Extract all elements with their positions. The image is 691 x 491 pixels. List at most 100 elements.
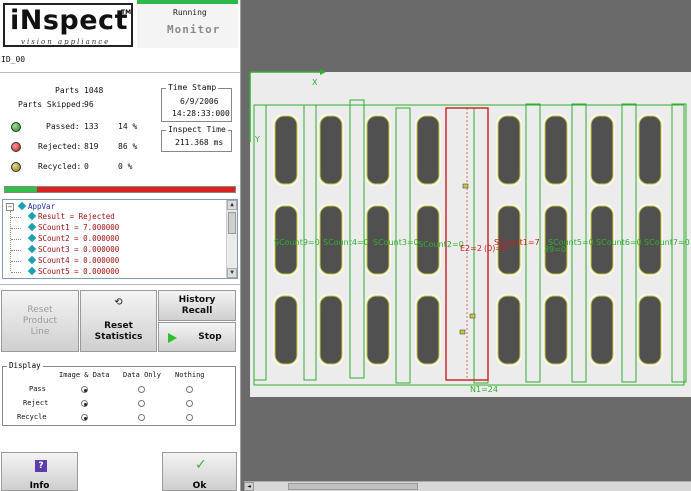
count-label: 39=0 xyxy=(544,245,566,254)
recycle-image-data-radio[interactable] xyxy=(81,414,88,421)
part-slot xyxy=(366,295,390,365)
logo-tm: TM xyxy=(121,9,132,16)
recycled-value: 0 xyxy=(84,162,89,171)
recycled-percent: 0 % xyxy=(118,162,133,171)
ok-button[interactable]: ✓ Ok xyxy=(162,452,237,491)
viewer-hscrollbar[interactable]: ◄ xyxy=(244,481,691,491)
recycle-data-only-radio[interactable] xyxy=(138,414,145,421)
col-nothing: Nothing xyxy=(175,371,205,379)
tree-line xyxy=(11,217,21,218)
count-label: SCount2=0 xyxy=(418,240,464,249)
scroll-left-icon[interactable]: ◄ xyxy=(244,482,254,491)
rejected-indicator-icon xyxy=(11,142,21,152)
variable-icon xyxy=(27,266,37,276)
run-status-text: Running xyxy=(173,8,207,17)
variable-icon xyxy=(27,244,37,254)
variable-icon xyxy=(27,255,37,265)
part-slot xyxy=(416,115,440,185)
passed-label: Passed: xyxy=(46,122,80,131)
passed-indicator-icon xyxy=(11,122,21,132)
defect-blob xyxy=(459,329,466,335)
part-slot xyxy=(544,295,568,365)
pass-data-only-radio[interactable] xyxy=(138,386,145,393)
collapse-icon[interactable]: − xyxy=(6,203,14,211)
button-label: Recall xyxy=(181,306,213,316)
checkmark-icon: ✓ xyxy=(195,457,207,473)
part-slot xyxy=(319,295,343,365)
stop-button[interactable]: Stop xyxy=(158,322,236,352)
pass-ratio-fill xyxy=(5,187,38,192)
history-recall-button[interactable]: History Recall xyxy=(158,290,236,321)
run-status-bar xyxy=(137,0,238,4)
part-slot xyxy=(497,295,521,365)
recycle-nothing-radio[interactable] xyxy=(186,414,193,421)
tree-item[interactable]: Result = Rejected xyxy=(27,211,115,221)
tree-line xyxy=(10,211,11,271)
tree-item-label: SCount2 = 0.000000 xyxy=(38,234,120,243)
tree-item[interactable]: SCount1 = 7.000000 xyxy=(27,222,119,232)
row-pass: Pass xyxy=(29,385,46,393)
tree-scrollbar[interactable]: ▲ ▼ xyxy=(226,200,237,278)
time-stamp-title: Time Stamp xyxy=(166,83,219,92)
count-label: SCount4=0 xyxy=(323,238,369,247)
tree-item-label: SCount4 = 0.000000 xyxy=(38,256,120,265)
tree-line xyxy=(11,261,21,262)
scroll-up-icon[interactable]: ▲ xyxy=(227,200,237,210)
inspection-image-viewer[interactable]: X Y SCount9=0 SCount4=0 SCount3=0 SCount2=0 E2… xyxy=(244,0,691,491)
part-slot xyxy=(638,115,662,185)
display-options-group: Display Image & Data Data Only Nothing P… xyxy=(2,361,236,426)
tree-item[interactable]: SCount4 = 0.000000 xyxy=(27,255,120,265)
part-slot xyxy=(638,295,662,365)
reset-product-line-button[interactable]: Reset Product Line xyxy=(1,290,79,352)
scroll-thumb[interactable] xyxy=(288,483,418,490)
reject-nothing-radio[interactable] xyxy=(186,400,193,407)
button-label: Line xyxy=(30,327,50,337)
parts-label: Parts xyxy=(55,86,80,95)
variable-icon xyxy=(17,201,27,211)
pass-ratio-bar xyxy=(4,186,236,193)
scroll-thumb[interactable] xyxy=(228,212,236,234)
time-stamp-date: 6/9/2006 xyxy=(180,97,219,106)
tree-line xyxy=(11,228,21,229)
info-button[interactable]: ? Info xyxy=(1,452,78,491)
passed-value: 133 xyxy=(84,122,99,131)
logo-tagline: vision appliance xyxy=(21,38,111,46)
mode-label: Monitor xyxy=(167,23,221,36)
button-label: Ok xyxy=(192,481,207,491)
variable-icon xyxy=(27,233,37,243)
part-slot xyxy=(590,115,614,185)
tree-line xyxy=(11,250,21,251)
run-status-panel: Running Monitor xyxy=(137,0,238,48)
part-slot xyxy=(319,115,343,185)
tree-root[interactable]: AppVar xyxy=(17,201,55,211)
inspect-time-title: Inspect Time xyxy=(166,125,228,134)
inspect-time-value: 211.368 ms xyxy=(175,138,224,147)
reset-statistics-button[interactable]: ⟲ Reset Statistics xyxy=(80,290,157,352)
bottom-count-label: N1=24 xyxy=(470,385,498,394)
defect-blob xyxy=(462,183,469,189)
count-label: SCount6=0 xyxy=(596,238,642,247)
tree-item[interactable]: SCount3 = 0.000000 xyxy=(27,244,119,254)
pass-image-data-radio[interactable] xyxy=(81,386,88,393)
rejected-value: 819 xyxy=(84,142,99,151)
count-label: SCount7=0 xyxy=(644,238,690,247)
pass-nothing-radio[interactable] xyxy=(186,386,193,393)
scroll-down-icon[interactable]: ▼ xyxy=(227,268,237,278)
button-label: Reset xyxy=(27,305,53,315)
control-panel: iNspect TM vision appliance Running Moni… xyxy=(0,0,241,491)
tree-item-label: SCount5 = 0.000000 xyxy=(38,267,120,276)
count-label: SCount3=0 xyxy=(373,238,419,247)
recycled-indicator-icon xyxy=(11,162,21,172)
rejected-percent: 86 % xyxy=(118,142,138,151)
defect-blob xyxy=(469,313,476,319)
info-icon: ? xyxy=(35,460,47,472)
button-label: Reset xyxy=(104,321,133,331)
tree-item[interactable]: SCount2 = 0.000000 xyxy=(27,233,120,243)
app-variables-tree[interactable]: − AppVar Result = Rejected SCount1 = 7.0… xyxy=(2,199,238,279)
tree-item[interactable]: SCount5 = 0.000000 xyxy=(27,266,120,276)
time-stamp-time: 14:28:33:000 xyxy=(172,109,230,118)
reject-data-only-radio[interactable] xyxy=(138,400,145,407)
divider xyxy=(0,284,240,285)
reject-image-data-radio[interactable] xyxy=(81,400,88,407)
button-label: Stop xyxy=(198,332,222,342)
